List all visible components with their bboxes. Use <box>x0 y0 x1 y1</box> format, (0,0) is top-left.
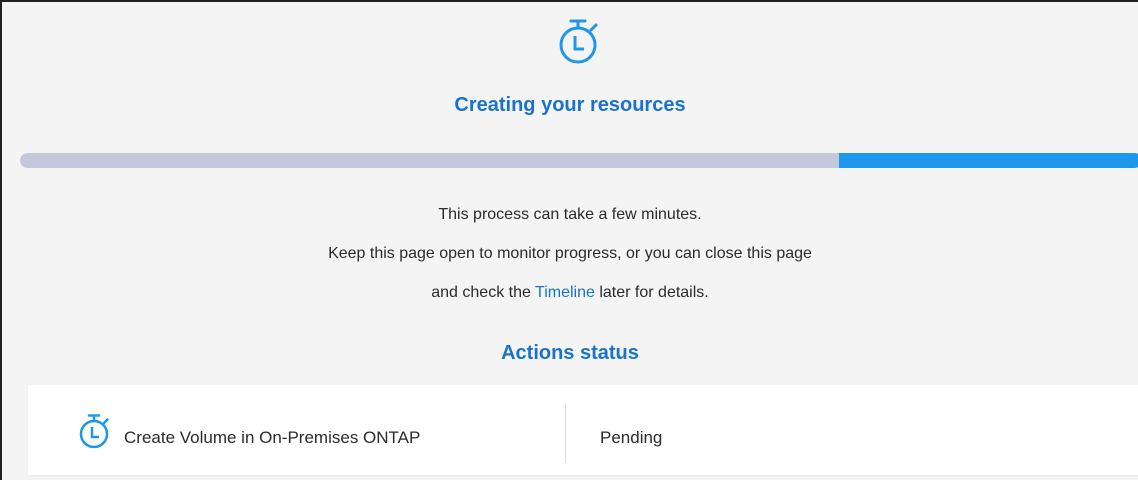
info-line-3: and check the Timeline later for details… <box>2 284 1138 302</box>
action-name: Create Volume in On-Premises ONTAP <box>124 428 421 447</box>
info-line-2: Keep this page open to monitor progress,… <box>328 245 812 262</box>
column-divider <box>565 404 566 463</box>
resource-creation-panel: Creating your resources This process can… <box>0 0 1138 480</box>
page-title: Creating your resources <box>454 94 686 116</box>
timeline-link[interactable]: Timeline <box>535 284 595 301</box>
action-status: Pending <box>600 428 663 447</box>
stopwatch-icon <box>79 414 109 449</box>
progress-bar-fill <box>839 153 1138 168</box>
stopwatch-icon <box>559 19 598 64</box>
actions-status-heading: Actions status <box>501 342 639 364</box>
info-line-3-prefix: and check the <box>431 284 536 301</box>
action-status-row: Create Volume in On-Premises ONTAP Pendi… <box>28 385 1138 475</box>
info-line-1: This process can take a few minutes. <box>438 206 702 223</box>
info-line-3-suffix: later for details. <box>594 284 709 301</box>
progress-bar <box>20 153 1138 168</box>
